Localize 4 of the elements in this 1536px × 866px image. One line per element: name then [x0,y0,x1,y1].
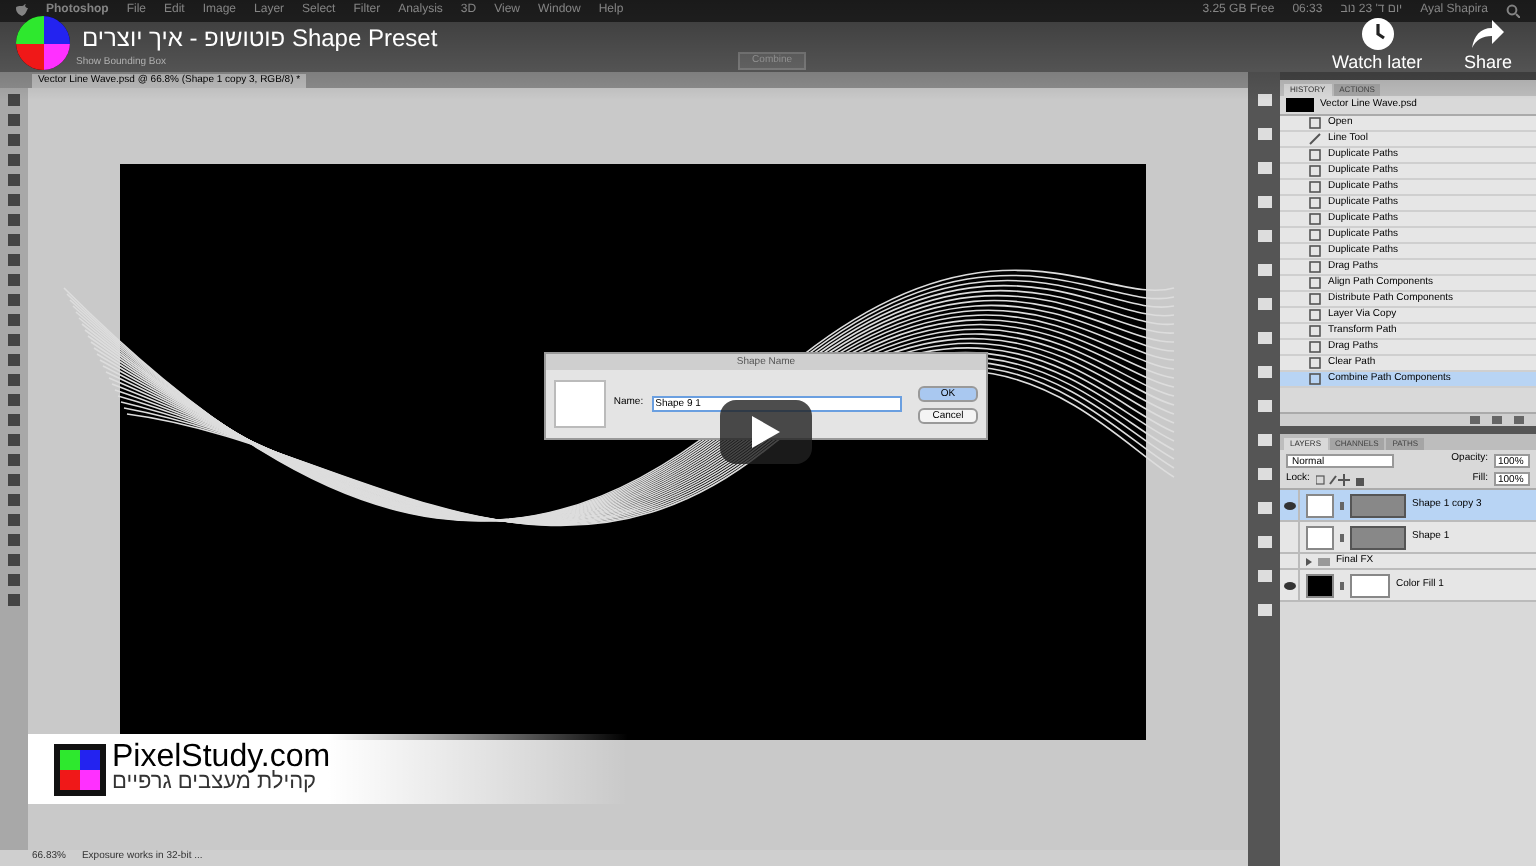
logo-name: PixelStudy.com [112,743,331,769]
share-button[interactable]: Share [1464,18,1513,74]
watch-later-button[interactable]: Watch later [1332,18,1423,74]
video-title[interactable]: פוטושופ - איך יוצרים Shape Preset [82,24,438,52]
